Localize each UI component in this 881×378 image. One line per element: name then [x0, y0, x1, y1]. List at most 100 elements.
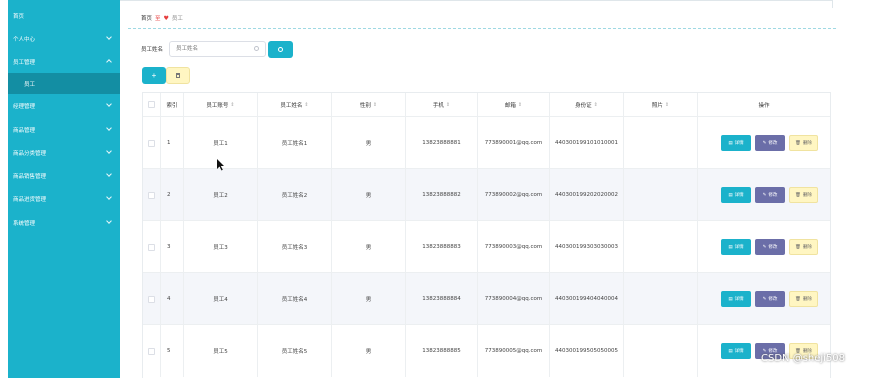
detail-button[interactable]: ▤ 详情 [721, 239, 751, 255]
add-button[interactable]: + [142, 67, 166, 84]
detail-button[interactable]: ▤ 详情 [721, 187, 751, 203]
chevron-down-icon [106, 125, 112, 131]
header-account[interactable]: 员工账号 ⇕ [184, 93, 258, 116]
row-checkbox[interactable] [148, 243, 155, 251]
sidebar-item-label: 商品管理 [13, 128, 36, 134]
edit-label: 修改 [768, 141, 778, 146]
search-input[interactable] [169, 41, 266, 57]
breadcrumb-current: 员工 [171, 16, 183, 22]
header-name[interactable]: 员工姓名 ⇕ [258, 93, 332, 116]
row-select [143, 273, 161, 325]
sidebar-item-label: 经理管理 [13, 104, 36, 110]
edit-button[interactable]: ✎ 修改 [755, 187, 785, 203]
row-actions: ▤ 详情 ✎ 修改 🗑 删除 [721, 221, 818, 273]
header-photo[interactable]: 照片 ⇕ [624, 93, 698, 116]
cell-gender: 男 [332, 325, 406, 377]
row-checkbox[interactable] [148, 139, 155, 147]
row-actions: ▤ 详情 ✎ 修改 🗑 删除 [721, 325, 818, 377]
sort-icon: ⇕ [304, 101, 309, 108]
header-phone[interactable]: 手机 ⇕ [406, 93, 478, 116]
cell-photo [624, 169, 698, 221]
breadcrumb-separator: 至 [155, 16, 161, 22]
cell-id-card: 440300199202020002 [550, 169, 624, 221]
header-label: 索引 [166, 102, 178, 109]
sidebar-item-label: 商品销售管理 [13, 174, 47, 180]
sidebar-item-label: 系统管理 [13, 221, 36, 227]
cell-account: 员工5 [184, 325, 258, 377]
breadcrumb: 首页 至 ♥ 员工 [141, 14, 183, 23]
cell-name: 员工姓名4 [258, 273, 332, 325]
table-row: 5 员工5 员工姓名5 男 13823888885 773890005@qq.c… [143, 324, 830, 377]
header-label: 身份证 [575, 102, 592, 109]
batch-delete-button[interactable] [166, 67, 190, 84]
cell-email: 773890004@qq.com [478, 273, 550, 325]
sidebar-item-employee[interactable]: 员工管理 [8, 52, 120, 72]
chevron-down-icon [106, 218, 112, 224]
edit-button[interactable]: ✎ 修改 [755, 135, 785, 151]
sidebar-item-label: 个人中心 [13, 37, 36, 43]
sidebar-item-product[interactable]: 商品管理 [8, 120, 120, 140]
row-select [143, 221, 161, 273]
edit-icon: ✎ [762, 296, 767, 302]
cell-gender: 男 [332, 117, 406, 169]
trash-icon: 🗑 [795, 244, 801, 250]
header-email[interactable]: 邮箱 ⇕ [478, 93, 550, 116]
sort-icon: ⇕ [517, 101, 523, 108]
row-checkbox[interactable] [148, 295, 155, 303]
detail-button[interactable]: ▤ 详情 [721, 291, 751, 307]
cell-name: 员工姓名1 [258, 117, 332, 169]
delete-button[interactable]: 🗑 删除 [789, 135, 818, 151]
header-gender[interactable]: 性别 ⇕ [332, 93, 406, 116]
header-index: 索引 [161, 93, 184, 116]
select-all-header [143, 93, 161, 116]
sidebar-subitem-employee[interactable]: 员工 [8, 73, 120, 94]
cell-phone: 13823888882 [406, 169, 478, 221]
sidebar-item-manager[interactable]: 经理管理 [8, 96, 120, 116]
sidebar-item-system[interactable]: 系统管理 [8, 213, 120, 233]
cell-name: 员工姓名2 [258, 169, 332, 221]
cell-id-card: 440300199505050005 [550, 325, 624, 377]
row-actions: ▤ 详情 ✎ 修改 🗑 删除 [721, 117, 818, 169]
breadcrumb-divider [128, 28, 836, 29]
detail-icon: ▤ [728, 296, 733, 302]
sidebar-item-profile[interactable]: 个人中心 [8, 29, 120, 49]
cell-index: 1 [161, 117, 184, 169]
search-button[interactable] [268, 41, 293, 58]
sidebar-item-purchase[interactable]: 商品进货管理 [8, 189, 120, 209]
trash-icon: 🗑 [795, 296, 801, 302]
detail-button[interactable]: ▤ 详情 [721, 135, 751, 151]
sort-icon: ⇕ [372, 101, 378, 108]
edit-button[interactable]: ✎ 修改 [755, 291, 785, 307]
detail-button[interactable]: ▤ 详情 [721, 343, 751, 359]
edit-button[interactable]: ✎ 修改 [755, 239, 785, 255]
cell-name: 员工姓名3 [258, 221, 332, 273]
edit-icon: ✎ [762, 192, 767, 198]
row-checkbox[interactable] [148, 191, 155, 199]
delete-label: 删除 [802, 297, 812, 302]
row-checkbox[interactable] [148, 347, 155, 355]
select-all-checkbox[interactable] [148, 101, 155, 108]
mouse-cursor-icon [217, 159, 224, 171]
table-row: 1 员工1 员工姓名1 男 13823888881 773890001@qq.c… [143, 116, 830, 169]
search-label: 员工姓名 [141, 47, 164, 53]
delete-button[interactable]: 🗑 删除 [789, 187, 818, 203]
sidebar-item-category[interactable]: 商品分类管理 [8, 143, 120, 163]
delete-label: 删除 [802, 245, 812, 250]
trash-icon: 🗑 [795, 140, 801, 146]
sidebar-item-sales[interactable]: 商品销售管理 [8, 166, 120, 186]
search-icon [278, 47, 283, 52]
delete-button[interactable]: 🗑 删除 [789, 291, 818, 307]
cell-phone: 13823888881 [406, 117, 478, 169]
breadcrumb-home[interactable]: 首页 [141, 14, 152, 22]
header-label: 员工姓名 [280, 102, 303, 109]
header-id-card[interactable]: 身份证 ⇕ [550, 93, 624, 116]
sort-icon: ⇕ [445, 101, 451, 108]
header-label: 照片 [651, 102, 663, 109]
sidebar-home[interactable]: 首页 [13, 12, 24, 20]
row-actions: ▤ 详情 ✎ 修改 🗑 删除 [721, 169, 818, 221]
chevron-down-icon [106, 34, 112, 40]
cell-gender: 男 [332, 169, 406, 221]
detail-icon: ▤ [728, 192, 733, 198]
delete-button[interactable]: 🗑 删除 [789, 239, 818, 255]
cell-email: 773890001@qq.com [478, 117, 550, 169]
